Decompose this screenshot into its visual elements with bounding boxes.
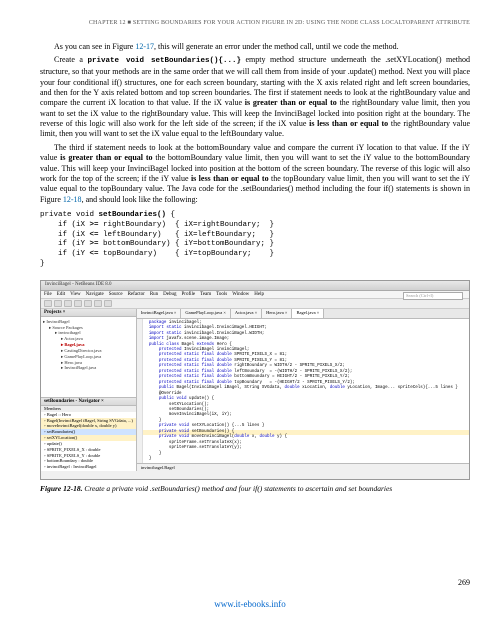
code-op: >= [90,240,99,248]
search-input[interactable]: Search (Ctrl+I) [403,292,463,300]
editor-tab[interactable]: Hero.java × [262,309,292,318]
navigator-header[interactable]: setBoundaries - Navigator × [41,398,136,406]
menu-window[interactable]: Window [232,292,249,297]
ide-title-bar: InvinciBagel - NetBeans IDE 8.0 [41,281,469,291]
code-editor[interactable]: package invincibagel;import static invin… [137,319,470,463]
code-block: private void setBoundaries() { if (iX >=… [40,211,470,270]
status-bar: invincibagel.Bagel invinciBagel.Memory()… [137,463,470,471]
navigator-list[interactable]: ◦ Bagel :: Hero◦ Bagel(InvinciBagel iBag… [41,412,136,471]
toolbar-button[interactable] [84,300,92,307]
menu-tools[interactable]: Tools [216,292,227,297]
editor-tab[interactable]: GamePlayLoop.java × [181,309,231,318]
toolbar-button[interactable] [44,300,52,307]
figure-ref-12-18: 12-18 [63,195,82,204]
figure-ref-12-17: 12-17 [135,42,154,51]
code-text: if (iY [40,240,90,248]
inline-code: private void setBoundaries(){...} [87,57,241,65]
projects-header[interactable]: Projects × [41,309,136,317]
code-text: leftBoundary) { iX=leftBoundary; } [99,231,275,239]
ide-main-panel: InvinciBagel.java ×GamePlayLoop.java ×Ac… [137,309,470,471]
text: Create a [54,55,87,64]
toolbar-button[interactable] [94,300,102,307]
ide-body: Projects × ▸ InvinciBagel▸ Source Packag… [41,309,469,471]
paragraph-3: The third if statement needs to look at … [40,143,470,205]
tree-item[interactable]: ▸ InvinciBagel.java [43,365,134,371]
chapter-header: CHAPTER 12 ■ SETTING BOUNDARIES FOR YOUR… [40,20,470,26]
bold-text: is greater than or equal to [60,153,152,162]
toolbar-button[interactable] [74,300,82,307]
menu-source[interactable]: Source [109,292,123,297]
projects-panel: Projects × ▸ InvinciBagel▸ Source Packag… [41,309,136,398]
code-gutter [137,319,143,463]
code-text: if (iY [40,250,90,258]
code-text: { [166,211,175,219]
menu-profile[interactable]: Profile [182,292,196,297]
footer-link[interactable]: www.it-ebooks.info [0,599,500,609]
toolbar-button[interactable] [104,300,112,307]
text: , and should look like the following: [82,195,198,204]
menu-refactor[interactable]: Refactor [128,292,145,297]
status-breadcrumb: invincibagel.Bagel [141,465,175,470]
code-op: <= [90,231,99,239]
project-tree[interactable]: ▸ InvinciBagel▸ Source Packages▸ invinci… [41,317,136,374]
code-text: if (iX [40,221,90,229]
bold-text: is less than or equal to [191,174,269,183]
toolbar-button[interactable] [64,300,72,307]
menu-team[interactable]: Team [200,292,211,297]
toolbar-button[interactable] [54,300,62,307]
code-text: private void [40,211,99,219]
ide-left-panel: Projects × ▸ InvinciBagel▸ Source Packag… [41,309,137,471]
figure-caption: Figure 12-18. Create a private void .set… [40,484,470,493]
editor-tabs: InvinciBagel.java ×GamePlayLoop.java ×Ac… [137,309,470,319]
code-text: if (iX [40,231,90,239]
menu-help[interactable]: Help [254,292,264,297]
editor-tab[interactable]: InvinciBagel.java × [137,309,182,318]
code-text: bottomBoundary) { iY=bottomBoundary; } [99,240,275,248]
editor-tab[interactable]: Bagel.java × [292,309,324,318]
code-line: } [141,457,470,462]
menu-view[interactable]: View [70,292,81,297]
paragraph-1: As you can see in Figure 12-17, this wil… [40,42,470,52]
text: As you can see in Figure [54,42,135,51]
menu-file[interactable]: File [44,292,52,297]
editor-tab[interactable]: Actor.java × [231,309,262,318]
menu-debug[interactable]: Debug [163,292,176,297]
menu-edit[interactable]: Edit [57,292,65,297]
caption-text: Create a private void .setBoundaries() m… [83,484,393,493]
menu-run[interactable]: Run [150,292,158,297]
navigator-panel: setBoundaries - Navigator × Members ◦ Ba… [41,398,136,471]
code-op: <= [90,250,99,258]
nav-item[interactable]: ◦ leftBoundary : double [41,470,136,471]
text: , this will generate an error under the … [154,42,399,51]
code-text: } [40,260,45,268]
code-line: public Bagel(InvinciBagel iBagel, String… [141,386,470,391]
code-op: >= [90,221,99,229]
code-method: setBoundaries() [99,211,167,219]
bold-text: is greater than or equal to [245,98,337,107]
code-text: rightBoundary) { iX=rightBoundary; } [99,221,275,229]
bold-text: is less than or equal to [309,119,388,128]
figure-number: Figure 12-18. [40,484,83,493]
page-number: 269 [458,578,470,587]
ide-toolbar [41,299,469,309]
code-text: topBoundary) { iY=topBoundary; } [99,250,275,258]
ide-screenshot: InvinciBagel - NetBeans IDE 8.0 File Edi… [40,280,470,480]
paragraph-2: Create a private void setBoundaries(){..… [40,55,470,139]
menu-navigate[interactable]: Navigate [86,292,104,297]
